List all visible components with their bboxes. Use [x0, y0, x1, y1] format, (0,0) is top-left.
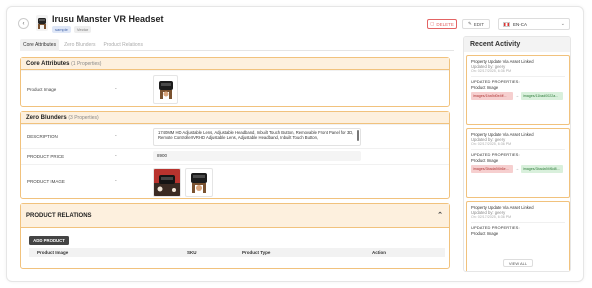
language-select[interactable]: EN-CA ⌄: [498, 18, 570, 30]
attribute-dash: -: [115, 86, 117, 92]
scrollbar[interactable]: [357, 130, 359, 141]
divider: [471, 149, 565, 151]
attributes-panel[interactable]: Core Attributes (1 Properties) Product I…: [20, 55, 454, 270]
attribute-label: DESCRIPTION: [27, 134, 58, 139]
vr-headset-image: [191, 173, 207, 193]
attribute-dash: -: [115, 153, 117, 159]
price-field[interactable]: 8900: [153, 151, 361, 161]
core-attributes-section: Core Attributes (1 Properties) Product I…: [20, 57, 450, 107]
section-header[interactable]: PRODUCT RELATIONS ⌃: [21, 204, 449, 228]
activity-item: Property Update Via Asset Linked Updated…: [466, 55, 570, 125]
chevron-up-icon[interactable]: ⌃: [437, 204, 443, 228]
vr-headset-image: [158, 80, 173, 99]
activity-item: Property Update Via Asset Linked Updated…: [466, 128, 570, 198]
old-value-chip: images/3bada94b6e...: [471, 164, 513, 173]
add-product-button[interactable]: ADD PRODUCT: [29, 236, 69, 245]
new-value-chip: images/3bada94f6d8...: [521, 164, 563, 173]
attribute-label: Product Image: [27, 87, 57, 92]
tab-bar: Core Attributes Zero Blunders Product Re…: [20, 39, 454, 51]
product-thumbnail: [36, 15, 48, 31]
attribute-row: PRODUCT PRICE - 8900: [21, 148, 449, 164]
recent-activity-panel[interactable]: Recent Activity Property Update Via Asse…: [463, 36, 571, 272]
back-button[interactable]: ‹: [18, 18, 29, 29]
activity-date: On: 02/17/2025, 6:36 PM: [471, 215, 512, 220]
column-header: SKU: [187, 250, 197, 255]
new-value-chip: images/11bad0022a...: [521, 91, 563, 100]
property-count: (1 Properties): [71, 61, 102, 67]
pencil-icon: ✎: [467, 21, 472, 26]
product-image-card[interactable]: [153, 168, 181, 197]
description-text: 1740MM HD Adjustable Lens, Adjustable He…: [158, 130, 354, 141]
view-all-button[interactable]: VIEW ALL: [503, 259, 533, 267]
section-header: Zero Blunders (3 Properties): [21, 112, 449, 124]
column-header: Product Image: [37, 250, 69, 255]
tag-list: sample Vector: [52, 26, 92, 33]
old-value-chip: images/1ba9d0e4ff...: [471, 91, 513, 100]
edit-label: EDIT: [473, 21, 485, 27]
tag-badge: sample: [52, 26, 71, 33]
value-diff: images/1ba9d0e4ff... → images/11bad0022a…: [471, 91, 565, 100]
arrow-right-icon: →: [515, 166, 519, 172]
section-title: PRODUCT RELATIONS: [26, 213, 92, 219]
activity-title: Recent Activity: [464, 37, 570, 52]
tab-core-attributes[interactable]: Core Attributes: [20, 39, 60, 51]
description-field[interactable]: 1740MM HD Adjustable Lens, Adjustable He…: [153, 128, 361, 146]
relations-table-header: Product Image SKU Product Type Action: [29, 248, 445, 257]
activity-date: On: 02/17/2025, 6:36 PM: [471, 142, 512, 147]
activity-property: Product Image: [471, 157, 499, 163]
flag-icon: [503, 21, 510, 27]
section-header: Core Attributes (1 Properties): [21, 58, 449, 70]
tag-badge: Vector: [73, 26, 92, 33]
attribute-row: DESCRIPTION - 1740MM HD Adjustable Lens,…: [21, 124, 449, 148]
value-diff: images/3bada94b6e... → images/3bada94f6d…: [471, 164, 565, 173]
chevron-down-icon: ⌄: [560, 21, 565, 27]
delete-label: DELETE: [436, 21, 454, 27]
attribute-label: PRODUCT PRICE: [27, 154, 65, 159]
vr-headset-image: [154, 169, 180, 196]
section-title: Core Attributes: [26, 61, 70, 67]
divider: [471, 222, 565, 224]
edit-button[interactable]: ✎ EDIT: [462, 19, 490, 29]
tab-product-relations[interactable]: Product Relations: [100, 39, 145, 51]
arrow-left-icon: ‹: [22, 20, 25, 27]
attribute-label: PRODUCT IMAGE: [27, 179, 65, 184]
section-title: Zero Blunders: [26, 115, 67, 121]
attribute-row: PRODUCT IMAGE -: [21, 164, 449, 199]
language-value: EN-CA: [513, 21, 528, 27]
column-header: Product Type: [242, 250, 271, 255]
divider: [471, 76, 565, 78]
page-title: Irusu Manster VR Headset: [52, 14, 164, 24]
product-image-card[interactable]: [185, 168, 213, 197]
attribute-dash: -: [115, 133, 117, 139]
attribute-dash: -: [115, 178, 117, 184]
product-relations-section: PRODUCT RELATIONS ⌃ ADD PRODUCT Product …: [20, 203, 450, 269]
column-header: Action: [372, 250, 386, 255]
delete-button[interactable]: ▢ DELETE: [427, 19, 457, 29]
arrow-right-icon: →: [515, 93, 519, 99]
attribute-row: Product Image -: [21, 70, 449, 107]
activity-property: Product Image: [471, 230, 499, 236]
property-count: (3 Properties): [68, 115, 99, 121]
activity-date: On: 02/17/2025, 6:36 PM: [471, 69, 512, 74]
activity-property: Product Image: [471, 84, 499, 90]
tab-zero-blunders[interactable]: Zero Blunders: [61, 39, 98, 51]
trash-icon: ▢: [430, 21, 435, 26]
product-image-card[interactable]: [153, 75, 178, 104]
zero-blunders-section: Zero Blunders (3 Properties) DESCRIPTION…: [20, 111, 450, 199]
